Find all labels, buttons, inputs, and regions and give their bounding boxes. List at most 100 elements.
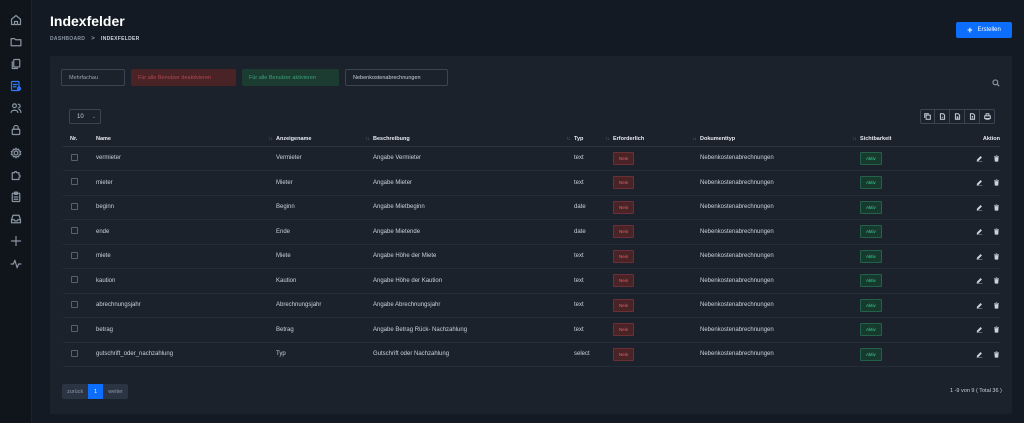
create-button[interactable]: + Erstellen bbox=[956, 22, 1012, 38]
edit-icon[interactable] bbox=[976, 179, 983, 187]
deactivate-all-button[interactable]: Für alle Benutzer deaktivieren bbox=[131, 69, 236, 86]
table-row: mieter Mieter Angabe Mieter text Nein Nebenko… bbox=[63, 170, 1000, 196]
sort-icon: ↑↓ bbox=[365, 136, 370, 142]
edit-icon[interactable] bbox=[976, 204, 983, 211]
cell-description: Gutschrift oder Nachzahlung bbox=[373, 342, 574, 367]
column-header-name[interactable]: Name ↑↓ bbox=[96, 132, 276, 147]
documents-icon[interactable] bbox=[8, 56, 23, 71]
edit-icon[interactable] bbox=[976, 302, 983, 309]
settings-icon[interactable] bbox=[8, 145, 23, 160]
index-fields-icon[interactable] bbox=[8, 78, 23, 93]
column-header-display-name[interactable]: Anzeigename ↑↓ bbox=[276, 132, 373, 147]
visibility-toggle[interactable]: Aktiv bbox=[860, 249, 882, 263]
visibility-toggle[interactable]: Aktiv bbox=[860, 323, 882, 337]
type-filter-input[interactable]: Mehrfachau bbox=[61, 69, 125, 86]
cell-document-type: Nebenkostenabrechnungen bbox=[700, 293, 860, 318]
cell-document-type: Nebenkostenabrechnungen bbox=[700, 146, 860, 171]
required-badge: Nein bbox=[613, 200, 635, 214]
trash-icon[interactable] bbox=[993, 326, 1000, 333]
row-checkbox[interactable] bbox=[71, 178, 78, 186]
edit-icon[interactable] bbox=[976, 228, 983, 236]
trash-icon[interactable] bbox=[993, 155, 1000, 162]
row-checkbox[interactable] bbox=[71, 153, 78, 161]
search-icon[interactable] bbox=[992, 74, 1000, 87]
index-fields-table: Nr. Name ↑↓ Anzeigename ↑↓ Beschreibung ↑↓ … bbox=[63, 132, 1000, 367]
cell-document-type: Nebenkostenabrechnungen bbox=[700, 317, 860, 343]
cell-name: mieter bbox=[96, 170, 276, 196]
doctype-filter-select[interactable]: Nebenkostenabrechnungen bbox=[345, 69, 448, 86]
required-badge: Nein bbox=[613, 249, 635, 263]
trash-icon[interactable] bbox=[993, 302, 1000, 309]
row-checkbox[interactable] bbox=[71, 227, 78, 235]
visibility-toggle[interactable]: Aktiv bbox=[860, 200, 882, 214]
table-row: beginn Beginn Angabe Mietbeginn date Nein Neb… bbox=[63, 195, 1000, 220]
plus-icon[interactable] bbox=[8, 233, 23, 248]
visibility-toggle[interactable]: Aktiv bbox=[860, 298, 882, 312]
cell-required: Nein bbox=[613, 268, 700, 294]
cell-visibility: Aktiv bbox=[860, 293, 950, 318]
edit-icon[interactable] bbox=[976, 277, 983, 285]
cell-actions bbox=[950, 195, 1000, 220]
puzzle-icon[interactable] bbox=[8, 167, 23, 182]
visibility-toggle[interactable]: Aktiv bbox=[860, 274, 882, 288]
cell-type: text bbox=[574, 146, 613, 171]
trash-icon[interactable] bbox=[993, 204, 1000, 211]
row-checkbox[interactable] bbox=[71, 251, 78, 259]
page-size-value: 10 bbox=[77, 113, 84, 120]
row-select-cell bbox=[63, 317, 96, 343]
visibility-toggle[interactable]: Aktiv bbox=[860, 151, 882, 165]
page-button-current[interactable]: 1 bbox=[88, 384, 104, 399]
required-badge: Nein bbox=[613, 298, 635, 312]
column-header-type[interactable]: Typ ↑↓ bbox=[574, 132, 613, 147]
previous-page-button[interactable]: zurück bbox=[62, 384, 89, 399]
cell-display-name: Vermieter bbox=[276, 146, 373, 171]
folder-icon[interactable] bbox=[8, 34, 23, 49]
print-icon[interactable] bbox=[980, 109, 995, 124]
visibility-toggle[interactable]: Aktiv bbox=[860, 225, 882, 239]
excel-icon[interactable] bbox=[950, 109, 965, 124]
trash-icon[interactable] bbox=[993, 253, 1000, 260]
pdf-icon[interactable] bbox=[965, 109, 980, 124]
row-checkbox[interactable] bbox=[71, 300, 78, 308]
cell-document-type: Nebenkostenabrechnungen bbox=[700, 342, 860, 367]
cell-description: Angabe Mietbeginn bbox=[373, 195, 574, 220]
column-header-description[interactable]: Beschreibung ↑↓ bbox=[373, 132, 574, 147]
trash-icon[interactable] bbox=[993, 228, 1000, 235]
edit-icon[interactable] bbox=[976, 253, 983, 260]
index-fields-card: Mehrfachau Für alle Benutzer deaktiviere… bbox=[50, 56, 1012, 414]
row-checkbox[interactable] bbox=[71, 349, 78, 357]
column-header-required[interactable]: Erforderlich ↓↓ bbox=[613, 132, 700, 147]
clipboard-icon[interactable] bbox=[8, 189, 23, 204]
column-header-document-type[interactable]: Dokumenttyp ↑↓ bbox=[700, 132, 860, 147]
cell-type: text bbox=[574, 170, 613, 196]
cell-document-type: Nebenkostenabrechnungen bbox=[700, 244, 860, 269]
column-header-visibility[interactable]: Sichtbarkeit bbox=[860, 132, 950, 147]
column-header-nr[interactable]: Nr. bbox=[63, 132, 96, 147]
home-icon[interactable] bbox=[8, 12, 23, 27]
copy-icon[interactable] bbox=[920, 109, 935, 124]
csv-icon[interactable] bbox=[935, 109, 950, 124]
users-icon[interactable] bbox=[8, 100, 23, 115]
trash-icon[interactable] bbox=[993, 179, 1000, 186]
row-checkbox[interactable] bbox=[71, 276, 78, 284]
breadcrumb-dashboard[interactable]: DASHBOARD bbox=[50, 36, 85, 42]
next-page-button[interactable]: weiter bbox=[103, 384, 128, 399]
visibility-toggle[interactable]: Aktiv bbox=[860, 347, 882, 361]
row-checkbox[interactable] bbox=[71, 325, 78, 333]
page-size-select[interactable]: 10 ⌄ bbox=[69, 109, 101, 124]
row-checkbox[interactable] bbox=[71, 202, 78, 210]
required-badge: Nein bbox=[613, 347, 635, 361]
lock-icon[interactable] bbox=[8, 122, 23, 137]
trash-icon[interactable] bbox=[993, 351, 1000, 358]
sort-icon: ↑↓ bbox=[605, 136, 610, 142]
visibility-toggle[interactable]: Aktiv bbox=[860, 176, 882, 190]
edit-icon[interactable] bbox=[976, 155, 983, 162]
trash-icon[interactable] bbox=[993, 277, 1000, 284]
cell-visibility: Aktiv bbox=[860, 317, 950, 343]
activity-icon[interactable] bbox=[8, 256, 23, 271]
activate-all-button[interactable]: Für alle Benutzer aktivieren bbox=[242, 69, 339, 86]
cell-visibility: Aktiv bbox=[860, 146, 950, 171]
edit-icon[interactable] bbox=[976, 351, 983, 358]
edit-icon[interactable] bbox=[976, 326, 983, 334]
inbox-icon[interactable] bbox=[8, 211, 23, 226]
